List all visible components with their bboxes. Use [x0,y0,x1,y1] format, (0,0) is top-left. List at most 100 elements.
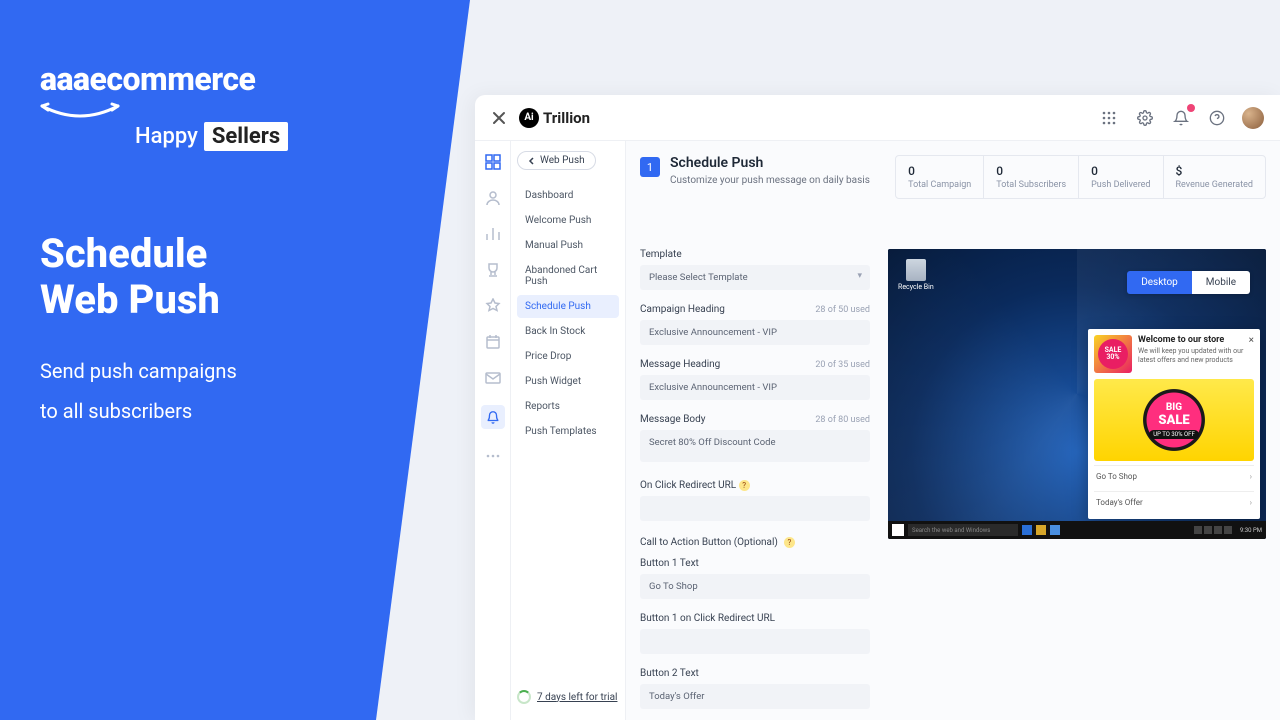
settings-gear-icon[interactable] [1134,107,1156,129]
help-icon[interactable] [1206,107,1228,129]
notification-preview: SALE30% Welcome to our store We will kee… [1088,329,1260,519]
nav-abandoned-cart[interactable]: Abandoned Cart Push [517,259,619,293]
stat-total-campaign: 0Total Campaign [896,156,984,198]
rail-calendar-icon[interactable] [484,333,502,351]
nav-welcome-push[interactable]: Welcome Push [517,209,619,232]
btn1-text-label: Button 1 Text [640,558,870,569]
app-brand: Ai Trillion [519,108,590,128]
notif-hero-image: BIG SALE UP TO 30% OFF [1094,379,1254,461]
hero-title-l2: Web Push [40,276,220,323]
message-heading-input[interactable] [640,375,870,400]
back-button[interactable]: Web Push [517,151,596,170]
step-number: 1 [640,157,660,177]
hero-tagline: Happy Sellers [135,122,430,151]
btn1-url-label: Button 1 on Click Redirect URL [640,613,870,624]
rail-user-icon[interactable] [484,189,502,207]
hero-panel: aaaecommerce Happy Sellers Schedule Web … [0,0,470,720]
stat-push-delivered: 0Push Delivered [1079,156,1163,198]
help-tip-icon[interactable]: ? [739,480,750,491]
notif-button-2[interactable]: Today's Offer› [1094,491,1254,513]
brand-ai-badge: Ai [519,108,539,128]
rail-analytics-icon[interactable] [484,225,502,243]
notif-close-icon[interactable]: × [1249,335,1254,346]
close-icon[interactable] [491,110,507,126]
notif-button-1[interactable]: Go To Shop› [1094,465,1254,487]
nav-dashboard[interactable]: Dashboard [517,184,619,207]
hero-sub-l1: Send push campaigns [40,359,237,383]
tab-desktop[interactable]: Desktop [1127,271,1192,294]
message-body-counter: 28 of 80 used [815,415,870,425]
campaign-heading-counter: 28 of 50 used [815,305,870,315]
nav-push-templates[interactable]: Push Templates [517,420,619,443]
redirect-url-label: On Click Redirect URL ? [640,480,750,491]
redirect-url-input[interactable] [640,496,870,521]
brand-name: Trillion [543,109,590,127]
nav-schedule-push[interactable]: Schedule Push [517,295,619,318]
cta-section-label: Call to Action Button (Optional) ? [640,537,870,548]
icon-rail [475,141,511,720]
hero-logo: aaaecommerce [40,60,430,98]
page-subtitle: Customize your push message on daily bas… [670,175,870,186]
message-body-label: Message Body [640,414,706,425]
template-select[interactable] [640,265,870,290]
topbar: Ai Trillion [475,95,1280,141]
preview-frame: Recycle Bin Desktop Mobile SALE30% Welco… [888,249,1266,539]
preview-panel: Recycle Bin Desktop Mobile SALE30% Welco… [888,249,1266,539]
apps-grid-icon[interactable] [1098,107,1120,129]
back-label: Web Push [540,155,585,166]
help-tip-icon[interactable]: ? [784,537,795,548]
rail-bell-icon[interactable] [481,405,505,429]
nav-push-widget[interactable]: Push Widget [517,370,619,393]
nav-reports[interactable]: Reports [517,395,619,418]
rail-mail-icon[interactable] [484,369,502,387]
task-icon [1022,525,1032,535]
page-title-box: 1 Schedule Push Customize your push mess… [640,155,870,186]
btn1-text-input[interactable] [640,574,870,599]
task-icon [1050,525,1060,535]
taskbar-clock: 9:30 PM [1240,527,1262,534]
stat-total-subscribers: 0Total Subscribers [984,156,1079,198]
message-heading-counter: 20 of 35 used [815,360,870,370]
trial-text: 7 days left for trial [537,692,617,703]
taskbar-search: Search the web and Windows [908,524,1018,536]
app-window: Ai Trillion Web Push Dashb [475,95,1280,720]
page-title: Schedule Push [670,155,870,171]
preview-device-tabs: Desktop Mobile [1127,271,1250,294]
form-column: Template Campaign Heading 28 of 50 used M… [640,249,870,720]
btn2-text-input[interactable] [640,684,870,709]
hero-subtitle: Send push campaigns to all subscribers [40,351,430,431]
rail-more-icon[interactable] [484,447,502,465]
nav-back-in-stock[interactable]: Back In Stock [517,320,619,343]
rail-star-icon[interactable] [484,297,502,315]
notifications-bell-icon[interactable] [1170,107,1192,129]
side-nav: Web Push Dashboard Welcome Push Manual P… [511,141,626,720]
hero-title: Schedule Web Push [40,231,430,323]
hero-title-l1: Schedule [40,230,207,277]
logo-swoosh [40,104,340,118]
trial-progress-icon [517,690,531,704]
user-avatar[interactable] [1242,107,1264,129]
template-label: Template [640,249,870,260]
tagline-sellers: Sellers [204,122,288,151]
message-heading-label: Message Heading [640,359,720,370]
hero-sub-l2: to all subscribers [40,399,192,423]
task-icon [1036,525,1046,535]
trial-notice[interactable]: 7 days left for trial [517,684,619,710]
rail-dashboard-icon[interactable] [484,153,502,171]
notif-desc: We will keep you updated with our latest… [1138,347,1254,365]
btn1-url-input[interactable] [640,629,870,654]
rail-trophy-icon[interactable] [484,261,502,279]
notif-thumb: SALE30% [1094,335,1132,373]
campaign-heading-label: Campaign Heading [640,304,725,315]
nav-price-drop[interactable]: Price Drop [517,345,619,368]
stats-bar: 0Total Campaign 0Total Subscribers 0Push… [895,155,1266,199]
logo-aaa: aaa [40,60,90,98]
campaign-heading-input[interactable] [640,320,870,345]
recycle-bin-icon: Recycle Bin [898,259,934,291]
message-body-input[interactable] [640,430,870,462]
nav-manual-push[interactable]: Manual Push [517,234,619,257]
windows-taskbar: Search the web and Windows 9:30 PM [888,521,1266,539]
logo-ecom: ecommerce [90,60,256,98]
tagline-happy: Happy [135,124,198,149]
tab-mobile[interactable]: Mobile [1192,271,1250,294]
